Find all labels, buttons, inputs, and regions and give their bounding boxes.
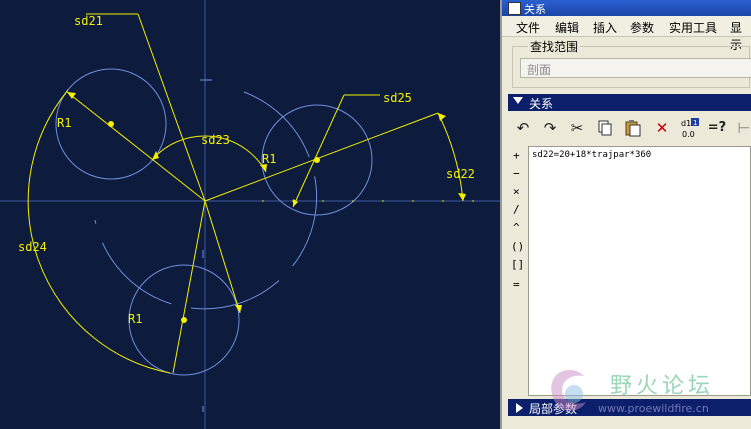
menu-edit[interactable]: 编辑	[555, 19, 579, 36]
local-params-label: 局部参数	[529, 402, 578, 416]
window-title: 关系	[524, 3, 546, 16]
operator-column: + − × / ^ () [] =	[508, 146, 528, 396]
more-icon[interactable]: ⊢	[733, 117, 751, 139]
redo-icon[interactable]: ↷	[539, 117, 561, 139]
dim-sd21[interactable]: sd21	[74, 14, 103, 28]
dim-sd25[interactable]: sd25	[383, 91, 412, 105]
operator-equals[interactable]: =	[513, 278, 520, 291]
menu-bar: 文件 编辑 插入 参数 实用工具 显示	[502, 16, 751, 52]
relations-section-header[interactable]: 关系	[508, 94, 751, 111]
copy-icon[interactable]	[594, 117, 616, 139]
dim-radius[interactable]: R1	[57, 116, 71, 130]
operator-parentheses[interactable]: ()	[511, 240, 524, 253]
menu-utilities[interactable]: 实用工具	[669, 19, 717, 36]
operator-brackets[interactable]: []	[511, 258, 524, 271]
operator-power[interactable]: ^	[513, 221, 520, 234]
evaluate-icon[interactable]: d1 1 0.0	[679, 117, 701, 139]
menu-file[interactable]: 文件	[516, 19, 540, 36]
relation-text[interactable]: sd22=20+18*trajpar*360	[532, 150, 651, 160]
sketch-viewport[interactable]: sd21 sd23 sd24 sd25 sd22 R1 R1 R1	[0, 0, 500, 429]
verify-icon[interactable]: =?	[706, 117, 728, 139]
circle-center	[181, 317, 187, 323]
evaluate-badge-text: 1	[693, 119, 697, 127]
collapse-arrow-icon	[513, 97, 523, 104]
evaluate-top-text: d1	[681, 119, 691, 128]
sketch-canvas[interactable]: sd21 sd23 sd24 sd25 sd22 R1 R1 R1	[0, 0, 500, 429]
search-scope-group: 查找范围 剖面	[512, 38, 751, 88]
local-params-header[interactable]: 局部参数	[508, 399, 751, 416]
circle-center	[108, 121, 114, 127]
undo-icon[interactable]: ↶	[512, 117, 534, 139]
evaluate-bottom-text: 0.0	[682, 130, 695, 139]
operator-divide[interactable]: /	[513, 203, 520, 216]
menu-insert[interactable]: 插入	[593, 19, 617, 36]
dim-radius[interactable]: R1	[128, 312, 142, 326]
cut-icon[interactable]: ✂	[566, 117, 588, 139]
window-titlebar[interactable]: 关系	[502, 0, 751, 16]
dim-sd22[interactable]: sd22	[446, 167, 475, 181]
operator-minus[interactable]: −	[513, 167, 520, 180]
app-icon	[508, 2, 521, 15]
relations-toolbar: ↶ ↷ ✂ ✕ d1 1 0.0 =? ⊢	[508, 114, 751, 142]
expand-arrow-icon	[516, 403, 523, 413]
delete-icon[interactable]: ✕	[651, 117, 673, 139]
search-scope-label: 查找范围	[528, 38, 581, 55]
relations-editor[interactable]: sd22=20+18*trajpar*360	[528, 146, 751, 396]
dim-sd24[interactable]: sd24	[18, 240, 47, 254]
search-scope-select[interactable]: 剖面	[520, 58, 751, 78]
operator-plus[interactable]: +	[513, 149, 520, 162]
dim-radius[interactable]: R1	[262, 152, 276, 166]
dim-sd23[interactable]: sd23	[201, 133, 230, 147]
operator-multiply[interactable]: ×	[513, 185, 520, 198]
relations-section-label: 关系	[529, 97, 554, 111]
dimension-lines	[27, 13, 500, 374]
paste-icon[interactable]	[622, 117, 644, 139]
menu-parameters[interactable]: 参数	[630, 19, 654, 36]
